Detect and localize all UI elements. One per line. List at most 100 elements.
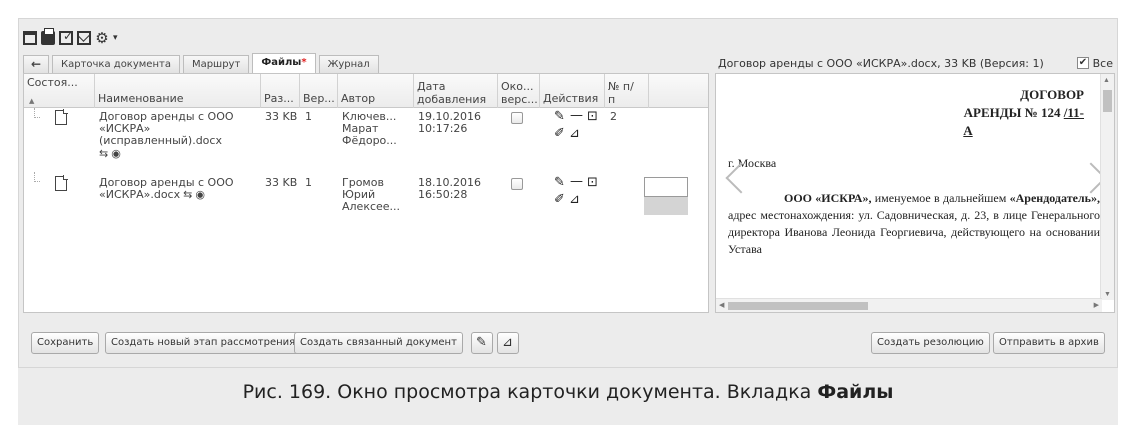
file-date: 19.10.2016 10:17:26 — [418, 111, 481, 135]
files-panel: ← Карточка документа Маршрут Файлы* Журн… — [23, 53, 709, 313]
col-date-label-1: Дата — [417, 80, 446, 93]
print-icon[interactable] — [41, 28, 55, 45]
document-preview[interactable]: ДОГОВОР АРЕНДЫ № 124 /11- А г. Москва ОО… — [715, 73, 1115, 313]
scroll-thumb[interactable] — [1103, 90, 1112, 112]
attach-icon[interactable]: ✎ — [554, 176, 565, 190]
tab-document-card[interactable]: Карточка документа — [52, 55, 180, 73]
file-date: 18.10.2016 16:50:28 — [418, 177, 481, 201]
scroll-down-icon[interactable]: ▼ — [1104, 290, 1111, 298]
file-name[interactable]: Договор аренды с ООО «ИСКРА» (исправленн… — [99, 111, 259, 160]
file-name[interactable]: Договор аренды с ООО «ИСКРА».docx ⇆ ◉ — [99, 177, 259, 201]
col-name-label: Наименование — [98, 92, 184, 105]
document-icon — [55, 175, 68, 191]
create-resolution-button[interactable]: Создать резолюцию — [871, 332, 990, 354]
compare-icon[interactable]: ⇆ — [183, 189, 192, 201]
author-line: Фёдоро... — [342, 134, 397, 147]
title-line-2: АРЕНДЫ № 124 — [963, 105, 1064, 120]
tree-connector — [34, 172, 40, 182]
files-grid: Состоя... ▲ Наименование Раз... Вер... Ав… — [23, 73, 709, 313]
col-num-label-2: п — [608, 93, 616, 106]
scroll-up-icon[interactable]: ▲ — [1103, 76, 1110, 84]
new-review-stage-button[interactable]: Создать новый этап рассмотрения — [105, 332, 302, 354]
file-author: Ключев... Марат Фёдоро... — [342, 111, 412, 147]
remove-dash-icon[interactable]: — — [570, 109, 583, 123]
window-icon[interactable] — [23, 31, 37, 45]
col-number[interactable]: № п/п — [605, 74, 649, 108]
preview-header: Договор аренды с ООО «ИСКРА».docx, 33 KB… — [715, 53, 1115, 73]
final-version-checkbox[interactable] — [511, 178, 523, 190]
col-actions[interactable]: Действия — [540, 74, 605, 108]
col-num-label-1: № п/ — [608, 80, 634, 93]
file-author: Громов Юрий Алексее... — [342, 177, 412, 213]
file-size: 33 KB — [265, 177, 298, 189]
sign-icon[interactable]: ⊿ — [569, 127, 580, 141]
unlock-icon[interactable]: ⊡ — [587, 176, 598, 190]
horizontal-scrollbar[interactable]: ◀ ▶ — [716, 298, 1102, 312]
edit-pencil-icon[interactable]: ✐ — [554, 193, 565, 207]
edit-pencil-icon[interactable]: ✐ — [554, 127, 565, 141]
toolbar: ⚙ ▾ — [23, 27, 121, 49]
hscroll-thumb[interactable] — [728, 302, 868, 310]
time-value: 16:50:28 — [418, 188, 468, 201]
tab-files[interactable]: Файлы* — [252, 53, 316, 73]
col-author[interactable]: Автор — [338, 74, 414, 108]
tab-files-label: Файлы — [261, 57, 302, 68]
col-state[interactable]: Состоя... ▲ — [24, 74, 95, 108]
dropdown-caret-icon[interactable]: ▾ — [113, 31, 121, 45]
col-actions-label: Действия — [543, 92, 599, 105]
view-eye-icon[interactable]: ◉ — [195, 189, 205, 201]
unlock-icon[interactable]: ⊡ — [587, 110, 598, 124]
preview-file-title: Договор аренды с ООО «ИСКРА».docx, 33 KB… — [718, 57, 1044, 70]
scroll-right-icon[interactable]: ▶ — [1094, 301, 1099, 309]
scroll-left-icon[interactable]: ◀ — [719, 301, 724, 309]
remove-dash-icon[interactable]: — — [570, 175, 583, 189]
body-bold-1: ООО «ИСКРА», — [784, 191, 872, 205]
view-eye-icon[interactable]: ◉ — [111, 148, 121, 160]
body-bold-2: «Арендодатель», — [1009, 191, 1100, 205]
row-number-input[interactable] — [644, 177, 688, 197]
compare-icon[interactable]: ⇆ — [99, 148, 108, 160]
col-state-label: Состоя... — [27, 76, 78, 89]
tab-route[interactable]: Маршрут — [182, 55, 250, 73]
preview-panel: Договор аренды с ООО «ИСКРА».docx, 33 KB… — [715, 53, 1115, 313]
file-version: 1 — [305, 177, 312, 189]
edit-check-icon[interactable] — [59, 29, 73, 45]
col-date-added[interactable]: Дата добавления — [414, 74, 498, 108]
sign-icon[interactable]: ⊿ — [569, 193, 580, 207]
tab-files-modified-marker: * — [301, 57, 307, 68]
create-linked-document-button[interactable]: Создать связанный документ — [294, 332, 463, 354]
title-line-3-text: А — [963, 123, 973, 138]
tab-journal[interactable]: Журнал — [318, 55, 379, 73]
col-version-label: Вер... — [303, 92, 335, 105]
file-size: 33 KB — [265, 111, 298, 123]
tab-bar: ← Карточка документа Маршрут Файлы* Журн… — [23, 53, 709, 73]
caption-bold: Файлы — [817, 381, 894, 403]
col-version[interactable]: Вер... — [300, 74, 338, 108]
caption-text: Рис. 169. Окно просмотра карточки докуме… — [242, 381, 818, 403]
document-card-window: ⚙ ▾ ← Карточка документа Маршрут Файлы* … — [18, 18, 1118, 368]
tree-connector — [34, 108, 40, 118]
title-line-1: ДОГОВОР — [1020, 87, 1084, 102]
sort-asc-icon: ▲ — [29, 97, 35, 105]
signature-icon: ⊿ — [502, 335, 513, 350]
title-link: /11- — [1063, 105, 1084, 120]
attach-icon[interactable]: ✎ — [554, 110, 565, 124]
col-name[interactable]: Наименование — [95, 74, 261, 108]
attach-file-button[interactable]: ✎ — [471, 332, 493, 354]
grid-header: Состоя... ▲ Наименование Раз... Вер... Ав… — [24, 74, 708, 108]
save-button[interactable]: Сохранить — [31, 332, 100, 354]
send-to-archive-button[interactable]: Отправить в архив — [993, 332, 1105, 354]
table-row[interactable]: Договор аренды с ООО «ИСКРА» (исправленн… — [24, 108, 708, 172]
table-row[interactable]: Договор аренды с ООО «ИСКРА».docx ⇆ ◉ 33 K… — [24, 172, 708, 232]
col-final-version[interactable]: Око... верс... — [498, 74, 540, 108]
document-title: ДОГОВОР АРЕНДЫ № 124 /11- А — [914, 86, 1084, 140]
settings-icon[interactable]: ⚙ — [95, 31, 109, 46]
final-version-checkbox[interactable] — [511, 112, 523, 124]
tab-back[interactable]: ← — [23, 55, 49, 73]
col-size-label: Раз... — [264, 92, 294, 105]
sign-button[interactable]: ⊿ — [497, 332, 519, 354]
col-size[interactable]: Раз... — [261, 74, 300, 108]
mail-icon[interactable] — [77, 31, 91, 45]
all-versions-checkbox[interactable]: ✔ — [1077, 57, 1089, 69]
vertical-scrollbar[interactable]: ▲ ▼ — [1100, 74, 1114, 300]
